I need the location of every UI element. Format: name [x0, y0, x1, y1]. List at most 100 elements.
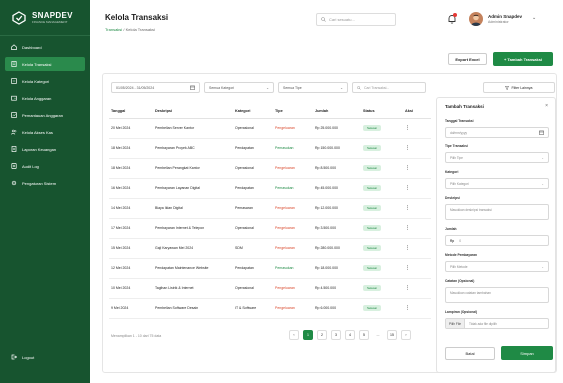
date-range-picker[interactable]: 01/05/2024 - 31/05/2024 — [111, 82, 200, 93]
table-row[interactable]: 18 Mei 2024 Pembelian Perangkat Kantor O… — [109, 158, 431, 179]
transaction-date-field[interactable]: dd/mm/yyyy — [445, 127, 549, 138]
sidebar-item-pengaturan-sistem[interactable]: Pengaturan Sistem — [5, 176, 85, 190]
table-row[interactable]: 15 Mei 2024 Gaji Karyawan Mei 2024 SDM P… — [109, 238, 431, 259]
table-row[interactable]: 12 Mei 2024 Pendapatan Maintenance Websi… — [109, 258, 431, 279]
more-filters-label: Filter Lainnya — [511, 85, 533, 90]
sidebar-nav: Dashboard Kelola Transaksi Kelola Katego… — [0, 40, 90, 190]
cell-type: Pengeluaran — [273, 238, 313, 259]
kebab-menu-icon[interactable]: ⋮ — [405, 185, 410, 191]
cell-status: Selesai — [361, 138, 403, 159]
pagination-page[interactable]: 3 — [331, 330, 341, 340]
wallet-icon — [11, 95, 17, 101]
category-select[interactable]: Pilih Kategori ⌄ — [445, 178, 549, 189]
export-excel-button[interactable]: Export Excel — [448, 53, 487, 65]
cell-actions: ⋮ — [403, 298, 431, 319]
note-textarea[interactable]: Masukkan catatan tambahan — [445, 287, 549, 303]
sidebar-item-dashboard[interactable]: Dashboard — [5, 40, 85, 54]
brand-name: SNAPDEV — [32, 11, 73, 20]
global-search-input[interactable]: Cari sesuatu... — [316, 13, 396, 26]
cell-type: Pemasukan — [273, 258, 313, 279]
kebab-menu-icon[interactable]: ⋮ — [405, 245, 410, 251]
table-row[interactable]: 9 Mei 2024 Pembelian Software Desain IT … — [109, 298, 431, 319]
sidebar-item-kelola-kategori[interactable]: Kelola Kategori — [5, 74, 85, 88]
category-filter-select[interactable]: Semua Kategori ⌄ — [204, 82, 274, 93]
kebab-menu-icon[interactable]: ⋮ — [405, 305, 410, 311]
more-filters-button[interactable]: Filter Lainnya — [483, 82, 555, 93]
attachment-file-input[interactable]: Pilih File Tidak ada file dipilih — [445, 318, 549, 329]
description-textarea[interactable]: Masukkan deskripsi transaksi — [445, 204, 549, 220]
sidebar-item-kelola-akses-kas[interactable]: Kelola Akses Kas — [5, 125, 85, 139]
cell-category: Operasional — [233, 118, 273, 139]
close-icon[interactable]: × — [545, 103, 548, 109]
kebab-menu-icon[interactable]: ⋮ — [405, 285, 410, 291]
cell-date: 14 Mei 2024 — [109, 198, 153, 219]
column-header[interactable]: Tipe — [273, 104, 313, 119]
cell-description: Pendapatan Maintenance Website — [153, 258, 233, 279]
table-row[interactable]: 10 Mei 2024 Tagihan Listrik & Internet O… — [109, 278, 431, 299]
cell-date: 16 Mei 2024 — [109, 178, 153, 199]
kebab-menu-icon[interactable]: ⋮ — [405, 165, 410, 171]
sidebar-item-kelola-transaksi[interactable]: Kelola Transaksi — [5, 57, 85, 71]
pagination-page[interactable]: 4 — [345, 330, 355, 340]
cell-type: Pengeluaran — [273, 278, 313, 299]
status-badge: Selesai — [363, 245, 381, 251]
pagination-next[interactable]: › — [401, 330, 411, 340]
kebab-menu-icon[interactable]: ⋮ — [405, 125, 410, 131]
sidebar-item-audit-log[interactable]: Audit Log — [5, 159, 85, 173]
cell-category: Operasional — [233, 218, 273, 239]
cancel-button[interactable]: Batal — [445, 347, 495, 360]
column-header[interactable]: Tanggal — [109, 104, 153, 119]
cell-category: Pemasaran — [233, 198, 273, 219]
table-row[interactable]: 20 Mei 2024 Pembelian Server Kantor Oper… — [109, 118, 431, 139]
kebab-menu-icon[interactable]: ⋮ — [405, 265, 410, 271]
payment-method-select[interactable]: Pilih Metode ⌄ — [445, 261, 549, 272]
table-row[interactable]: 16 Mei 2024 Pembayaran Layanan Digital P… — [109, 178, 431, 199]
table-row[interactable]: 17 Mei 2024 Pembayaran Internet & Telepo… — [109, 218, 431, 239]
kebab-menu-icon[interactable]: ⋮ — [405, 145, 410, 151]
cell-actions: ⋮ — [403, 138, 431, 159]
save-button[interactable]: Simpan — [501, 346, 553, 360]
table-row[interactable]: 14 Mei 2024 Biaya Iklan Digital Pemasara… — [109, 198, 431, 219]
kebab-menu-icon[interactable]: ⋮ — [405, 225, 410, 231]
cell-description: Biaya Iklan Digital — [153, 198, 233, 219]
sidebar-item-laporan-keuangan[interactable]: Laporan Keuangan — [5, 142, 85, 156]
amount-field[interactable]: Rp 0 — [445, 235, 549, 246]
sidebar-item-pemantauan-anggaran[interactable]: Pemantauan Anggaran — [5, 108, 85, 122]
pagination-page[interactable]: 1 — [303, 330, 313, 340]
type-filter-select[interactable]: Semua Tipe ⌄ — [278, 82, 348, 93]
breadcrumb-home[interactable]: Transaksi — [105, 27, 122, 32]
kebab-menu-icon[interactable]: ⋮ — [405, 205, 410, 211]
category-filter-value: Semua Kategori — [209, 85, 235, 90]
transaction-type-select[interactable]: Pilih Tipe ⌄ — [445, 152, 549, 163]
sidebar-item-label: Dashboard — [22, 44, 42, 50]
column-header[interactable]: Status — [361, 104, 403, 119]
add-transaction-button[interactable]: + Tambah Transaksi — [493, 52, 553, 66]
sidebar-item-kelola-anggaran[interactable]: Kelola Anggaran — [5, 91, 85, 105]
status-badge: Selesai — [363, 185, 381, 191]
pagination-page[interactable]: 5 — [359, 330, 369, 340]
date-label: Tanggal Transaksi — [445, 119, 474, 123]
pagination-page[interactable]: 2 — [317, 330, 327, 340]
cell-description: Pembayaran Layanan Digital — [153, 178, 233, 199]
transaction-search-input[interactable]: Cari Transaksi... — [352, 82, 426, 93]
column-header[interactable]: Deskripsi — [153, 104, 233, 119]
table-row[interactable]: 18 Mei 2024 Pembayaran Proyek ABC Pendap… — [109, 138, 431, 159]
pagination-page[interactable]: 15 — [387, 330, 397, 340]
chart-icon — [11, 112, 17, 118]
pagination-prev[interactable]: ‹ — [289, 330, 299, 340]
sidebar-item-label: Kelola Anggaran — [22, 95, 52, 101]
cell-type: Pemasukan — [273, 178, 313, 199]
cell-date: 18 Mei 2024 — [109, 158, 153, 179]
choose-file-button[interactable]: Pilih File — [446, 319, 466, 328]
column-header[interactable]: Jumlah — [313, 104, 361, 119]
chevron-down-icon[interactable]: ⌄ — [532, 15, 536, 21]
column-header[interactable]: Kategori — [233, 104, 273, 119]
avatar-image — [470, 14, 482, 26]
avatar[interactable] — [469, 12, 483, 26]
description-placeholder: Masukkan deskripsi transaksi — [450, 208, 492, 212]
logout-button[interactable]: Logout — [11, 354, 34, 360]
cell-description: Gaji Karyawan Mei 2024 — [153, 238, 233, 259]
home-icon — [11, 44, 17, 50]
global-search-placeholder: Cari sesuatu... — [329, 17, 355, 22]
brand-logo[interactable]: SNAPDEV FINANCE MANAGEMENT — [0, 0, 90, 36]
